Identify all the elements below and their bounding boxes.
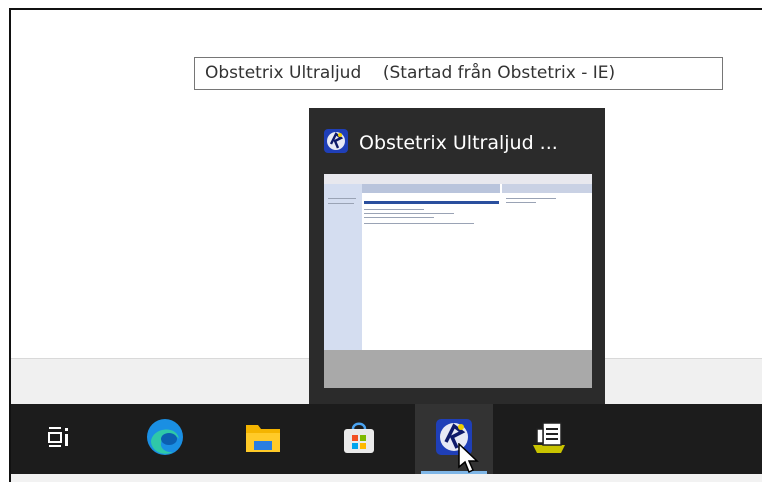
taskbar-obstetrix-button[interactable] [415, 404, 493, 474]
taskbar-file-explorer-button[interactable] [224, 404, 302, 474]
taskbar-notes-button[interactable] [510, 404, 588, 474]
edge-icon [145, 417, 185, 461]
mouse-cursor-icon [458, 442, 480, 479]
tooltip-started-from: (Startad från Obstetrix - IE) [382, 63, 616, 83]
task-view-icon [46, 424, 72, 454]
folder-icon [244, 419, 282, 459]
taskbar-thumbnail-preview[interactable]: Obstetrix Ultraljud ... [309, 108, 605, 405]
store-icon [342, 419, 376, 459]
preview-title: Obstetrix Ultraljud ... [359, 132, 558, 154]
tooltip-app-name: Obstetrix Ultraljud [205, 63, 362, 83]
obstetrix-icon [323, 128, 349, 158]
taskbar-edge-button[interactable] [126, 404, 204, 474]
preview-title-bar: Obstetrix Ultraljud ... [323, 128, 558, 158]
window-thumbnail[interactable] [324, 174, 592, 388]
taskbar-task-view-button[interactable] [20, 404, 98, 474]
desktop-bottom-strip [11, 474, 762, 482]
taskbar-store-button[interactable] [320, 404, 398, 474]
notepad-icon [529, 419, 569, 459]
taskbar-tooltip: Obstetrix Ultraljud (Startad från Obstet… [194, 57, 723, 90]
